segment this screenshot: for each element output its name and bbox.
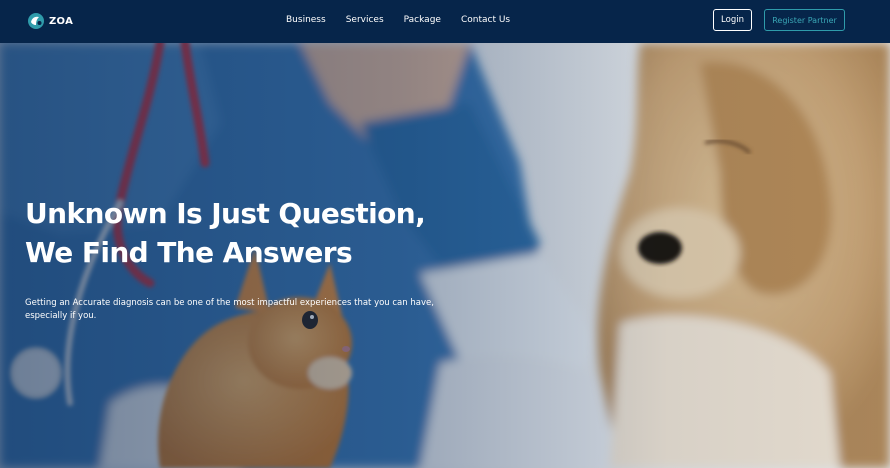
hero-headline-line-2: We Find The Answers — [25, 236, 353, 269]
hero-subtext-line-2: especially if you. — [25, 311, 97, 321]
hero-headline-line-1: Unknown Is Just Question, — [25, 197, 426, 230]
nav-link-business[interactable]: Business — [286, 15, 326, 25]
paw-drop-logo-icon — [28, 13, 44, 29]
main-navigation: Business Services Package Contact Us — [286, 13, 510, 27]
hero-headline: Unknown Is Just Question, We Find The An… — [25, 194, 445, 272]
hero-section: Unknown Is Just Question, We Find The An… — [0, 43, 890, 468]
nav-link-contact-us[interactable]: Contact Us — [461, 15, 510, 25]
hero-subtext: Getting an Accurate diagnosis can be one… — [25, 297, 445, 323]
nav-link-package[interactable]: Package — [404, 15, 441, 25]
top-navbar: ZOA Business Services Package Contact Us… — [0, 0, 890, 43]
login-button[interactable]: Login — [713, 9, 752, 31]
nav-link-services[interactable]: Services — [346, 15, 384, 25]
brand-logo[interactable]: ZOA — [26, 11, 73, 31]
register-partner-button[interactable]: Register Partner — [764, 9, 845, 31]
brand-name: ZOA — [49, 15, 74, 27]
hero-subtext-line-1: Getting an Accurate diagnosis can be one… — [25, 298, 434, 308]
